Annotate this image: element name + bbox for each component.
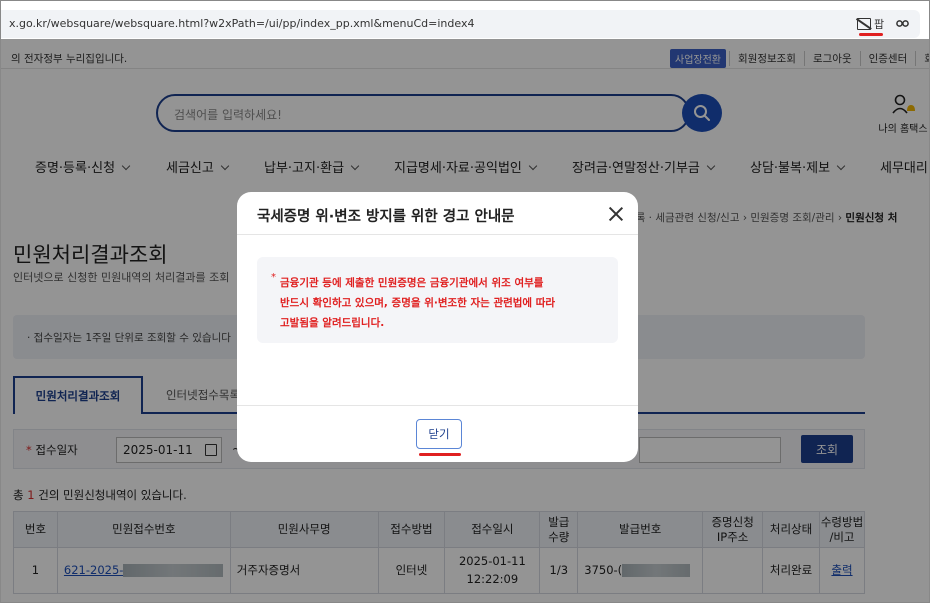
address-bar[interactable]: x.go.kr/websquare/websquare.html?w2xPath… [1,10,920,38]
popup-blocked-label: 팝 [874,18,885,31]
popup-blocked-icon [857,18,871,30]
warning-line: 고발됨을 알려드립니다. [280,317,385,329]
warning-bullet: * [271,272,276,283]
annotation-underline [859,33,883,36]
modal-header: 국세증명 위·변조 방지를 위한 경고 안내문 [237,192,638,235]
url-text[interactable]: x.go.kr/websquare/websquare.html?w2xPath… [9,17,474,30]
annotation-underline [419,453,461,456]
warning-box: * 금융기관 등에 제출한 민원증명은 금융기관에서 위조 여부를 반드시 확인… [257,257,618,343]
close-button[interactable]: 닫기 [416,419,462,449]
warning-line: 금융기관 등에 제출한 민원증명은 금융기관에서 위조 여부를 [280,277,544,289]
modal-title: 국세증명 위·변조 방지를 위한 경고 안내문 [257,209,515,225]
warning-line: 반드시 확인하고 있으며, 증명을 위·변조한 자는 관련법에 따라 [280,297,556,309]
warning-modal: 국세증명 위·변조 방지를 위한 경고 안내문 * 금융기관 등에 제출한 민원… [237,192,638,462]
browser-window: x.go.kr/websquare/websquare.html?w2xPath… [0,0,930,603]
key-icon[interactable] [896,19,910,28]
close-icon[interactable] [608,206,624,222]
popup-blocked-indicator[interactable]: 팝 [857,16,884,32]
modal-footer: 닫기 [237,405,638,462]
